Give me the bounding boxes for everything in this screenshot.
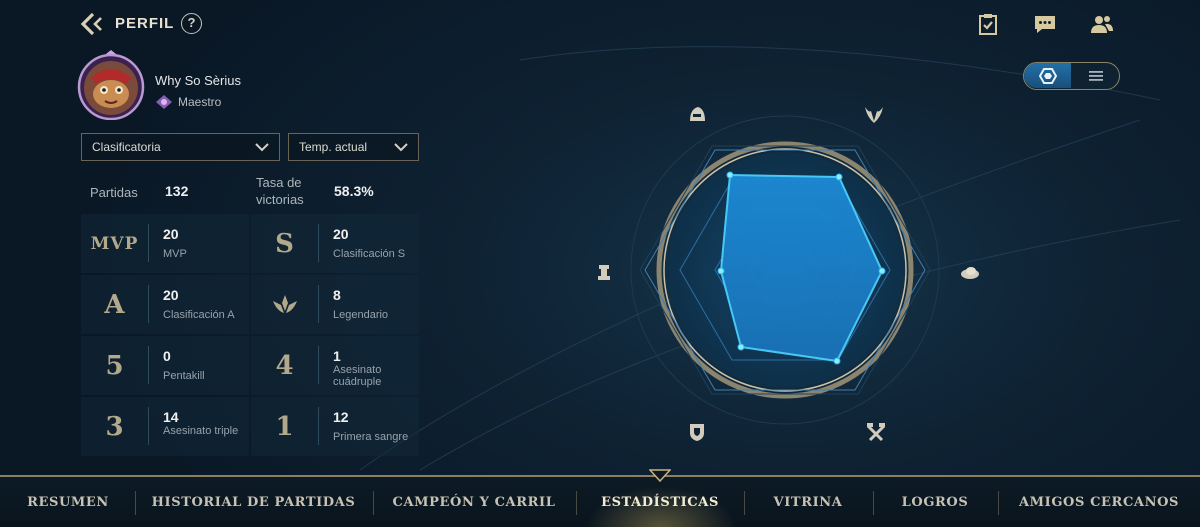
- stat-value: 8: [333, 287, 341, 303]
- avatar[interactable]: [76, 50, 146, 120]
- a-rating-icon: A: [104, 289, 125, 320]
- tab-campeon-y-carril[interactable]: CAMPEÓN Y CARRIL: [390, 477, 558, 527]
- tab-estadisticas[interactable]: ESTADÍSTICAS: [592, 477, 728, 527]
- tab-resumen[interactable]: RESUMEN: [22, 477, 114, 527]
- stat-value: 12: [333, 409, 349, 425]
- stat-value: 20: [333, 226, 349, 242]
- page-title: PERFIL: [115, 15, 175, 32]
- legendary-wings-icon: [272, 294, 297, 313]
- shield-icon[interactable]: [686, 421, 708, 443]
- top-bar: PERFIL ?: [0, 0, 1200, 48]
- chat-icon[interactable]: [1033, 12, 1057, 36]
- stat-cell-quadra-kill: 4 1 Asesinato cuádruple: [251, 336, 419, 395]
- horned-mask-icon[interactable]: [863, 103, 885, 125]
- winrate-label-line-2: victorias: [256, 192, 304, 207]
- tab-historial-de-partidas[interactable]: HISTORIAL DE PARTIDAS: [150, 477, 357, 527]
- s-rating-icon: S: [275, 228, 294, 259]
- hexagon-icon: [1038, 67, 1057, 84]
- stat-cell-s-rating: S 20 Clasificación S: [251, 214, 419, 273]
- stat-value: 0: [163, 348, 171, 364]
- winrate-value: 58.3%: [334, 183, 374, 199]
- stat-cell-triple-kill: 3 14 Asesinato triple: [81, 397, 249, 456]
- matches-value: 132: [165, 183, 189, 199]
- role-radar-chart: [590, 95, 990, 455]
- list-view-button[interactable]: [1072, 63, 1119, 88]
- mode-dropdown-value: Clasificatoria: [92, 140, 161, 154]
- stat-label: Clasificación A: [163, 309, 235, 321]
- mvp-icon: MVP: [90, 233, 139, 254]
- stat-value: 20: [163, 226, 179, 242]
- mode-dropdown[interactable]: Clasificatoria: [81, 133, 280, 161]
- stat-label: Asesinato triple: [163, 425, 239, 437]
- stat-label: Clasificación S: [333, 248, 406, 260]
- stat-value: 14: [163, 409, 179, 425]
- radar-view-button[interactable]: [1024, 63, 1071, 88]
- triple-kill-icon: 3: [105, 411, 124, 442]
- first-blood-icon: 1: [275, 411, 294, 442]
- bottom-nav: RESUMEN HISTORIAL DE PARTIDAS CAMPEÓN Y …: [0, 469, 1200, 527]
- help-button[interactable]: ?: [181, 13, 202, 34]
- quadra-kill-icon: 4: [275, 350, 294, 381]
- tab-amigos-cercanos[interactable]: AMIGOS CERCANOS: [1014, 477, 1184, 527]
- stat-label: Primera sangre: [333, 431, 409, 443]
- pentakill-icon: 5: [105, 350, 124, 381]
- stat-label: Legendario: [333, 309, 389, 321]
- tab-logros[interactable]: LOGROS: [888, 477, 982, 527]
- radar-point: [737, 343, 745, 351]
- tab-vitrina[interactable]: VITRINA: [760, 477, 856, 527]
- radar-point: [726, 171, 734, 179]
- radar-graphic: [630, 115, 940, 425]
- stat-cell-pentakill: 5 0 Pentakill: [81, 336, 249, 395]
- rank-label: Maestro: [155, 94, 221, 110]
- stat-cell-a-rating: A 20 Clasificación A: [81, 275, 249, 334]
- hat-icon[interactable]: [959, 261, 981, 283]
- matches-label: Partidas: [90, 185, 138, 200]
- chevron-down-icon: [255, 143, 269, 152]
- radar-point: [717, 267, 725, 275]
- master-rank-icon: [156, 95, 172, 109]
- fighter-helmet-icon[interactable]: [686, 103, 708, 125]
- view-toggle[interactable]: [1023, 62, 1120, 90]
- stat-label: Pentakill: [163, 370, 205, 382]
- chess-rook-icon[interactable]: [593, 261, 615, 283]
- chevron-down-icon: [394, 143, 408, 152]
- crossed-tools-icon[interactable]: [865, 421, 887, 443]
- stats-grid: MVP 20 MVP S 20 Clasificación S A 20 Cla…: [81, 214, 419, 456]
- player-name: Why So Sèrius: [155, 73, 241, 88]
- rank-text: Maestro: [178, 95, 222, 109]
- stat-value: 1: [333, 348, 341, 364]
- radar-point: [878, 267, 886, 275]
- season-dropdown[interactable]: Temp. actual: [288, 133, 419, 161]
- friends-icon[interactable]: [1090, 12, 1114, 36]
- season-dropdown-value: Temp. actual: [299, 140, 368, 154]
- missions-clipboard-icon[interactable]: [976, 12, 1000, 36]
- winrate-label-line-1: Tasa de: [256, 175, 302, 190]
- stat-cell-mvp: MVP 20 MVP: [81, 214, 249, 273]
- list-icon: [1088, 70, 1103, 81]
- stat-label: Asesinato cuádruple: [333, 364, 382, 388]
- winrate-label: Tasa de victorias: [256, 174, 304, 208]
- back-arrow-icon[interactable]: [80, 12, 106, 36]
- stat-cell-first-blood: 1 12 Primera sangre: [251, 397, 419, 456]
- radar-point: [835, 173, 843, 181]
- radar-point: [833, 357, 841, 365]
- stat-cell-legendary: 8 Legendario: [251, 275, 419, 334]
- stat-label: MVP: [163, 248, 187, 260]
- stat-value: 20: [163, 287, 179, 303]
